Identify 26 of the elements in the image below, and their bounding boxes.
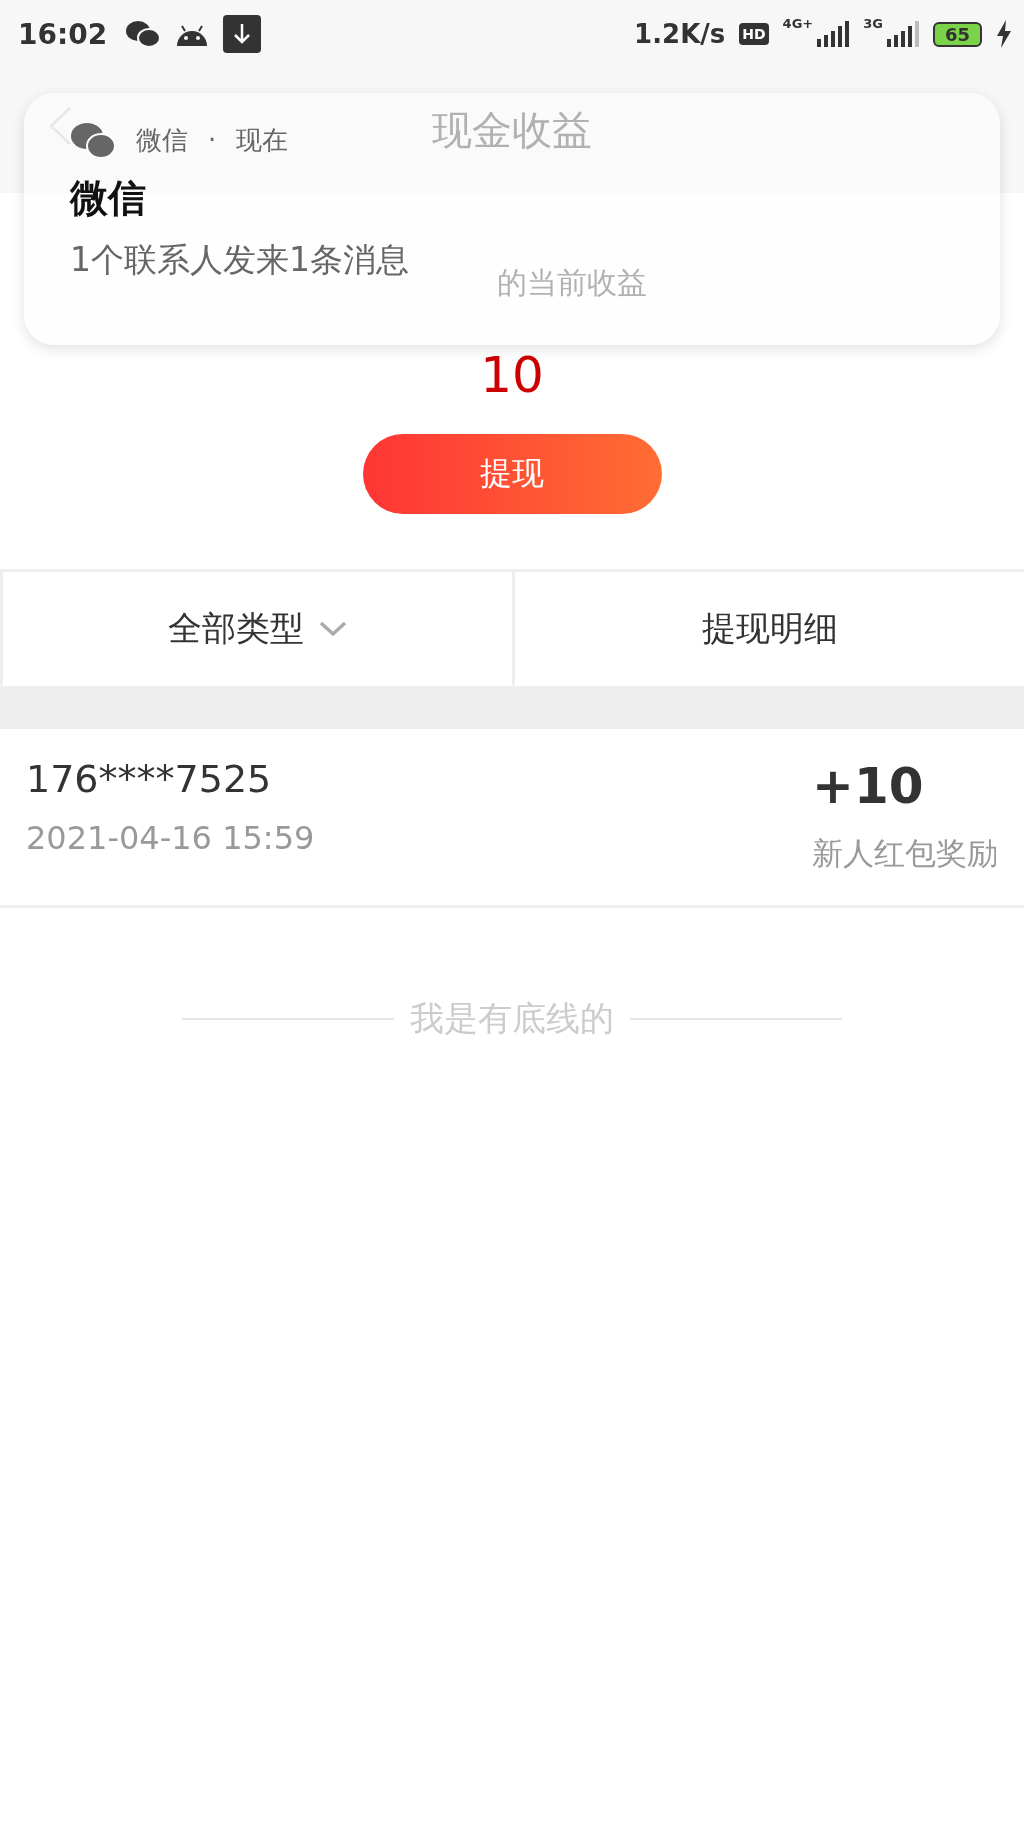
record-account: 176****7525 (26, 757, 273, 801)
signal-icon (815, 21, 850, 47)
balance-amount: 10 (480, 346, 544, 404)
separator-dot: · (208, 125, 217, 155)
record-time: 2021-04-16 15:59 (26, 819, 315, 857)
download-icon (223, 15, 262, 53)
balance-subtitle: 的当前收益 (497, 264, 647, 302)
notification-app: 微信 (136, 123, 188, 157)
notification-time: 现在 (236, 123, 289, 157)
battery-level: 65 (932, 21, 982, 47)
network-label: 4G+ (782, 16, 814, 31)
chat-bubbles-icon (125, 19, 162, 49)
notification-title: 微信 (70, 175, 147, 222)
back-icon[interactable] (48, 106, 72, 146)
network-label: 3G (863, 16, 883, 31)
record-amount: +10 (812, 757, 925, 815)
charging-bolt-icon (996, 20, 1012, 48)
chat-bubbles-icon (70, 121, 116, 159)
notification-message: 1个联系人发来1条消息 (70, 239, 409, 281)
chevron-down-icon (317, 620, 348, 638)
network-speed: 1.2K/s (634, 19, 726, 49)
status-time: 16:02 (18, 17, 108, 51)
page-title: 现金收益 (432, 106, 592, 155)
hd-badge: HD (739, 23, 769, 45)
record-description: 新人红包奖励 (812, 834, 998, 873)
signal-icon (884, 21, 919, 47)
